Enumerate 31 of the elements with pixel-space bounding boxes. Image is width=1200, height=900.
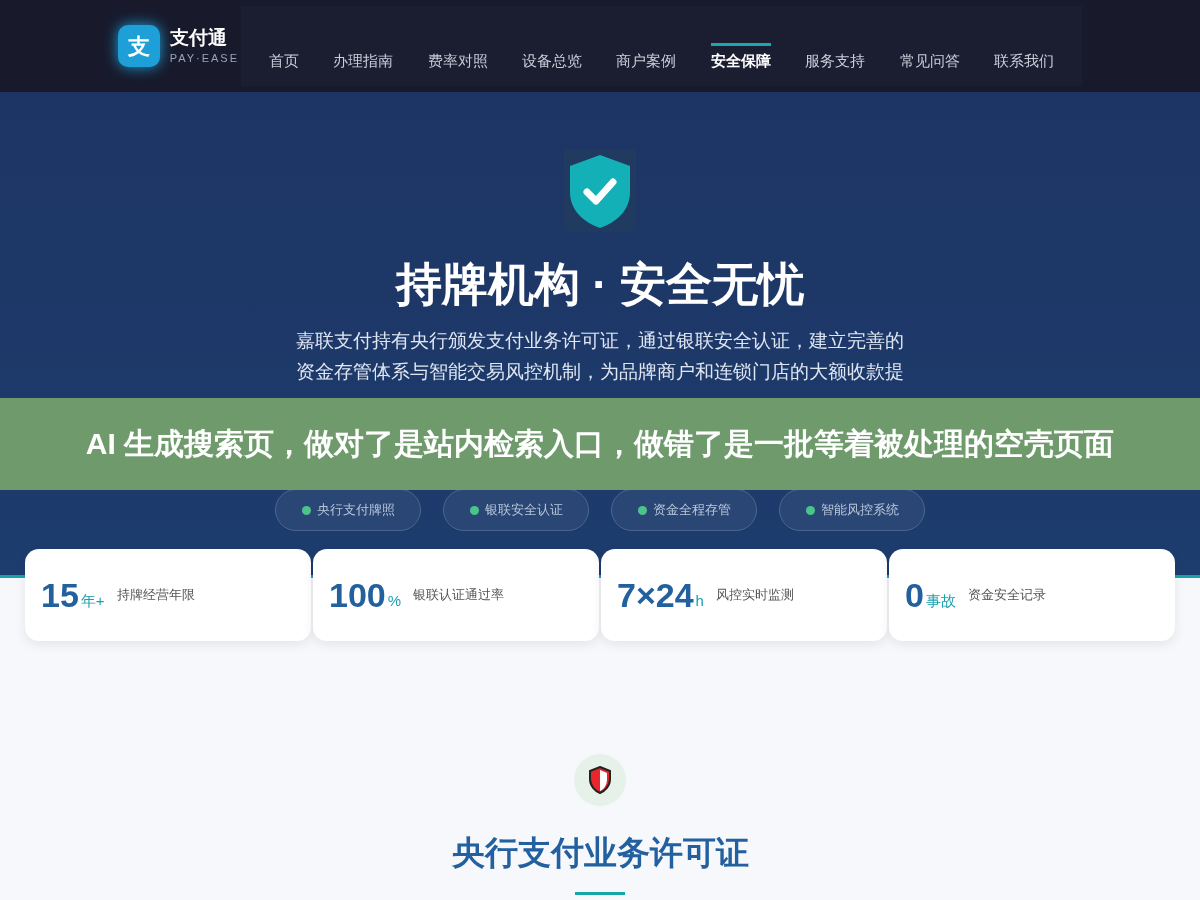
stat-value: 100% (329, 578, 402, 612)
nav-link[interactable]: 首页 (269, 42, 299, 72)
nav-link[interactable]: 商户案例 (616, 42, 677, 72)
nav-link[interactable]: 设备总览 (522, 42, 583, 72)
shield-check-icon (567, 152, 633, 230)
nav-link[interactable]: 联系我们 (993, 42, 1054, 72)
banner-title: AI 生成搜索页，做对了是站内检索入口，做错了是一批等着被处理的空壳页面 (85, 426, 1115, 462)
nav-link[interactable]: 安全保障 (710, 42, 771, 72)
feature-pill: 银联安全认证 (443, 489, 589, 531)
nav-link[interactable]: 费率对照 (427, 42, 488, 72)
stat-value: 7×24h (617, 578, 704, 612)
hero-title: 持牌机构 · 安全无忧 (395, 257, 805, 312)
feature-pill: 智能风控系统 (779, 489, 925, 531)
feature-pill: 央行支付牌照 (275, 489, 421, 531)
stat-label: 风控实时监测 (715, 586, 794, 605)
shield-icon (574, 754, 626, 806)
logo-icon: 支 (118, 25, 160, 67)
stat-label: 资金安全记录 (967, 586, 1046, 605)
nav-link[interactable]: 服务支持 (805, 42, 866, 72)
stat-value: 15年+ (41, 578, 105, 612)
hero-paragraph: 资金存管体系与智能交易风控机制，为品牌商户和连锁门店的大额收款提 (296, 360, 904, 384)
stat-value: 0事故 (905, 578, 956, 612)
brand-name: 支付通 (169, 25, 228, 50)
section-title: 央行支付业务许可证 (451, 833, 749, 873)
nav-link[interactable]: 常见问答 (899, 42, 960, 72)
stat-label: 持牌经营年限 (116, 586, 195, 605)
brand-tagline: PAY·EASE (169, 50, 239, 66)
stat-label: 银联认证通过率 (413, 586, 505, 605)
feature-pill: 资金全程存管 (611, 489, 757, 531)
hero-paragraph: 嘉联支付持有央行颁发支付业务许可证，通过银联安全认证，建立完善的 (296, 329, 904, 353)
nav-link[interactable]: 办理指南 (333, 42, 394, 72)
